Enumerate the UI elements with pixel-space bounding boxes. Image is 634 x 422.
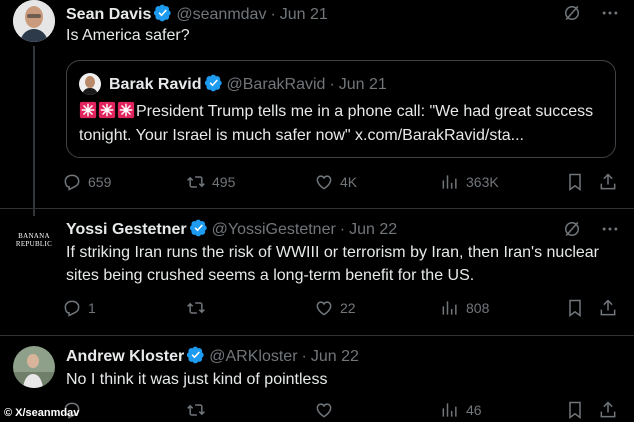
repost-icon: [186, 298, 206, 318]
display-name[interactable]: Sean Davis: [66, 6, 151, 23]
heart-icon: [314, 400, 334, 420]
verified-badge-icon: [187, 346, 205, 364]
bar-chart-icon: [440, 172, 460, 192]
bookmark-icon: [565, 400, 585, 420]
quoted-header: Barak Ravid @BarakRavid · Jun 21: [109, 74, 387, 94]
like-count: 4K: [340, 174, 358, 190]
heart-icon: [314, 172, 334, 192]
heart-icon: [314, 298, 334, 318]
quoted-handle: @BarakRavid: [226, 76, 326, 93]
bookmark-icon: [565, 298, 585, 318]
separator-dot: ·: [270, 6, 276, 23]
tweet-text: If striking Iran runs the risk of WWIII …: [66, 244, 599, 284]
police-light-emoji-icon: [98, 101, 116, 119]
more-options-icon[interactable]: [600, 3, 620, 23]
bookmark-icon: [565, 172, 585, 192]
verified-badge-icon: [154, 4, 172, 22]
handle[interactable]: @ARKloster: [209, 348, 297, 365]
view-count: 363K: [466, 174, 499, 190]
avatar-image: [13, 346, 55, 388]
quoted-avatar-image: [79, 73, 101, 95]
quoted-text-block: President Trump tells me in a phone call…: [79, 100, 607, 148]
views-button[interactable]: 808: [440, 298, 489, 318]
tweet-yossi-gestetner[interactable]: BANANA REPUBLIC Yossi Gestetner @YossiGes…: [0, 209, 634, 335]
share-icon: [598, 172, 618, 192]
reply-icon: [62, 172, 82, 192]
quoted-text: President Trump tells me in a phone call…: [79, 103, 594, 144]
avatar-image: [13, 0, 55, 42]
timestamp[interactable]: Jun 22: [311, 348, 359, 365]
separator-dot: ·: [339, 221, 346, 238]
tweet-text: No I think it was just kind of pointless: [66, 371, 328, 388]
like-button[interactable]: 4K: [314, 172, 357, 192]
bar-chart-icon: [440, 400, 460, 420]
reply-button[interactable]: 1: [62, 298, 96, 318]
share-icon: [598, 298, 618, 318]
share-button[interactable]: [598, 172, 618, 192]
repost-button[interactable]: 495: [186, 172, 235, 192]
tweet-header: Yossi Gestetner @YossiGestetner · Jun 22: [66, 219, 397, 240]
bookmark-button[interactable]: [565, 298, 585, 318]
tweet-andrew-kloster[interactable]: Andrew Kloster @ARKloster · Jun 22 No I thi…: [0, 336, 634, 422]
handle[interactable]: @seanmdav: [176, 6, 266, 23]
quoted-tweet[interactable]: Barak Ravid @BarakRavid · Jun 21 President …: [66, 60, 616, 158]
image-credit-watermark: © X/seanmdav: [4, 407, 80, 419]
avatar-logo-text: BANANA REPUBLIC: [15, 232, 53, 248]
quoted-display-name: Barak Ravid: [109, 76, 202, 93]
views-button[interactable]: 363K: [440, 172, 499, 192]
like-button[interactable]: [314, 400, 340, 420]
view-count: 808: [466, 300, 490, 316]
police-light-emoji-icon: [79, 101, 97, 119]
display-name[interactable]: Andrew Kloster: [66, 348, 184, 365]
repost-button[interactable]: [186, 298, 212, 318]
verified-badge-icon: [190, 219, 208, 237]
repost-icon: [186, 400, 206, 420]
avatar[interactable]: [13, 346, 55, 388]
timestamp[interactable]: Jun 21: [280, 6, 328, 23]
views-button[interactable]: 46: [440, 400, 482, 420]
timestamp[interactable]: Jun 22: [349, 221, 397, 238]
display-name[interactable]: Yossi Gestetner: [66, 221, 187, 238]
reply-button[interactable]: 659: [62, 172, 111, 192]
reply-icon: [62, 298, 82, 318]
bookmark-button[interactable]: [565, 172, 585, 192]
quoted-avatar[interactable]: [79, 73, 101, 95]
bar-chart-icon: [440, 298, 460, 318]
verified-badge-icon: [205, 74, 223, 92]
separator-dot: ·: [329, 76, 335, 93]
police-light-emoji-icon: [117, 101, 135, 119]
view-count: 46: [466, 402, 482, 418]
repost-count: 495: [212, 174, 236, 190]
tweet-sean-davis[interactable]: Sean Davis @seanmdav · Jun 21 Is America sa…: [0, 0, 634, 216]
tweet-header: Sean Davis @seanmdav · Jun 21: [66, 4, 328, 25]
thread-line: [33, 46, 35, 216]
action-bar: 1 22 808: [62, 298, 622, 320]
avatar[interactable]: BANANA REPUBLIC: [13, 219, 55, 261]
share-icon: [598, 400, 618, 420]
handle[interactable]: @YossiGestetner: [212, 221, 336, 238]
action-bar: 659 495 4K 363K: [62, 172, 622, 194]
tweet-text: Is America safer?: [66, 27, 190, 44]
share-button[interactable]: [598, 298, 618, 318]
more-options-icon[interactable]: [600, 219, 620, 239]
avatar[interactable]: [13, 0, 55, 42]
share-button[interactable]: [598, 400, 618, 420]
tweet-header: Andrew Kloster @ARKloster · Jun 22: [66, 346, 359, 367]
repost-button[interactable]: [186, 400, 212, 420]
quoted-timestamp: Jun 21: [338, 76, 387, 93]
grok-icon[interactable]: [562, 3, 582, 23]
reply-count: 659: [88, 174, 112, 190]
action-bar: 46: [62, 400, 622, 422]
like-button[interactable]: 22: [314, 298, 356, 318]
separator-dot: ·: [301, 348, 307, 365]
grok-icon[interactable]: [562, 219, 582, 239]
like-count: 22: [340, 300, 356, 316]
reply-count: 1: [88, 300, 96, 316]
repost-icon: [186, 172, 206, 192]
bookmark-button[interactable]: [565, 400, 585, 420]
